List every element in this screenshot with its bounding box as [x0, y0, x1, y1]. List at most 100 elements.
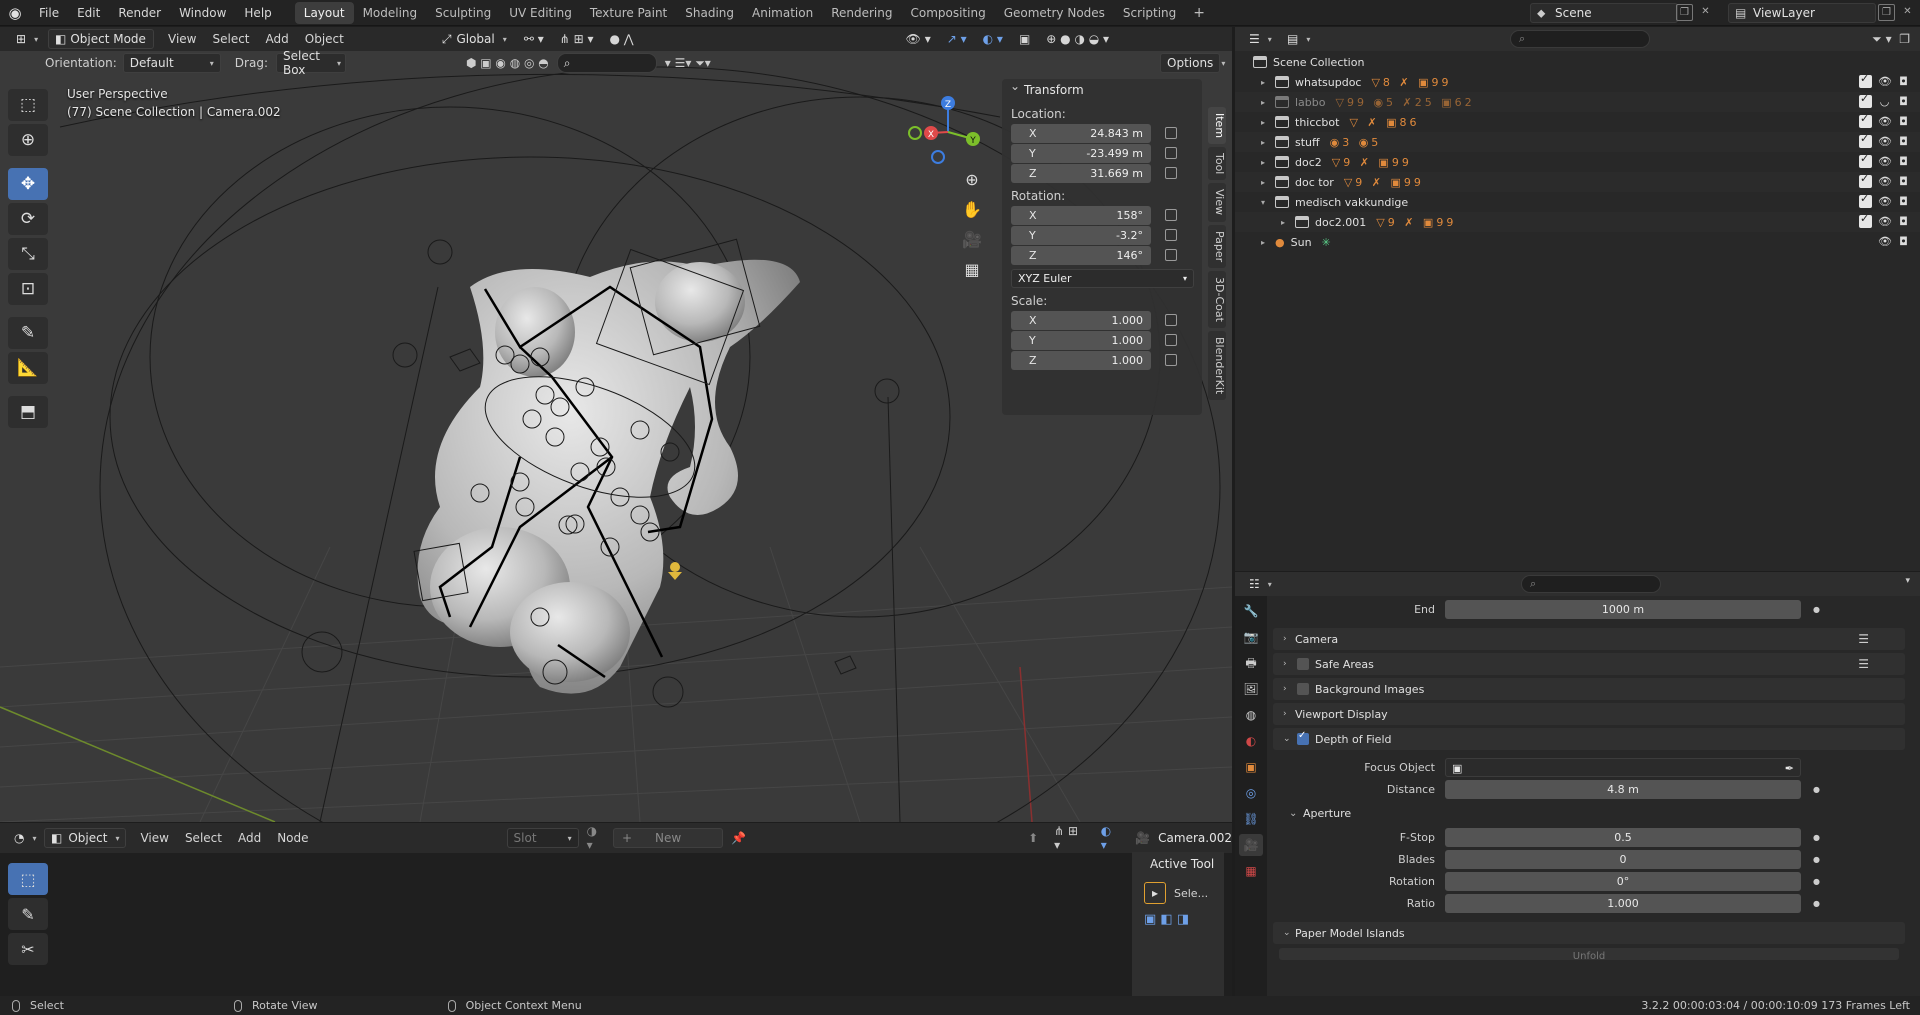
rotation-z-field[interactable]: Z 146°: [1011, 245, 1151, 265]
material-browse-icon[interactable]: ◑ ▾: [579, 824, 613, 852]
node-links-cut-tool-icon[interactable]: ✂: [8, 933, 48, 965]
editor-type-icon[interactable]: ⊞ ▾: [10, 29, 42, 49]
physics-tab-icon[interactable]: ◎: [1239, 782, 1263, 804]
rotation-x-field[interactable]: X 158°: [1011, 205, 1151, 225]
node-select-tool-icon[interactable]: ⬚: [8, 863, 48, 895]
location-x-field[interactable]: X 24.843 m: [1011, 123, 1151, 143]
focus-object-field[interactable]: ▣ ✒: [1445, 757, 1801, 777]
exclude-checkbox[interactable]: [1859, 192, 1872, 208]
keyframe-dot-icon[interactable]: ●: [1813, 833, 1820, 842]
ortho-grid-icon[interactable]: ▦: [957, 257, 987, 283]
outliner-editor-type-icon[interactable]: ☰ ▾: [1243, 29, 1275, 49]
fstop-field[interactable]: 0.5: [1445, 827, 1801, 847]
output-tab-icon[interactable]: 🖶: [1239, 652, 1263, 674]
scene-collection-row[interactable]: Scene Collection: [1235, 52, 1920, 72]
sidebar-tab-blenderkit[interactable]: BlenderKit: [1208, 330, 1226, 400]
render-tab-icon[interactable]: 📷: [1239, 626, 1263, 648]
clip-end-field[interactable]: 1000 m: [1445, 599, 1801, 619]
transform-orientation-dropdown[interactable]: ⤢ Global ▾: [436, 29, 512, 49]
properties-options-icon[interactable]: ▾: [1905, 576, 1910, 586]
xray-icon[interactable]: ▣: [1011, 32, 1038, 46]
expand-icon[interactable]: ▸: [1257, 138, 1269, 147]
viewport-menu-view[interactable]: View: [160, 32, 204, 46]
background-images-panel[interactable]: › Background Images: [1273, 678, 1905, 700]
location-z-field[interactable]: Z 31.669 m: [1011, 163, 1151, 183]
keyframe-dot-icon[interactable]: ●: [1813, 899, 1820, 908]
viewport-menu-select[interactable]: Select: [204, 32, 257, 46]
camera-view-icon[interactable]: 🎥: [957, 227, 987, 253]
distance-field[interactable]: 4.8 m: [1445, 779, 1801, 799]
outliner-row[interactable]: ▸ doc tor ▽9 ✗ ▣99 👁◘: [1235, 172, 1920, 192]
exclude-checkbox[interactable]: [1859, 132, 1872, 148]
active-tool-row[interactable]: ▸ Sele...: [1144, 882, 1224, 904]
eye-icon[interactable]: 👁: [1878, 195, 1892, 208]
select-box-tool-icon[interactable]: ⬚: [8, 89, 48, 121]
scene-selector[interactable]: ⬥ Scene: [1530, 3, 1678, 23]
viewport-menu-add[interactable]: Add: [258, 32, 297, 46]
transform-panel-title[interactable]: Transform: [1002, 75, 1202, 101]
drag-dropdown[interactable]: Select Box ▾: [275, 49, 346, 77]
list-icon[interactable]: ☰: [1858, 657, 1869, 671]
exclude-checkbox[interactable]: [1859, 72, 1872, 88]
rotate-tool-icon[interactable]: ⟳: [8, 203, 48, 235]
tab-layout[interactable]: Layout: [294, 1, 354, 24]
shader-editor[interactable]: ◔ ▾ ◧ Object ▾ View Select Add Node Slot ▾ …: [0, 823, 1232, 996]
node-annotate-tool-icon[interactable]: ✎: [8, 898, 48, 930]
node-overlay-icon[interactable]: ◐ ▾: [1093, 824, 1127, 852]
outliner-row[interactable]: ▸ thiccbot ▽ ✗ ▣86 👁◘: [1235, 112, 1920, 132]
lock-icon[interactable]: [1165, 334, 1177, 346]
add-workspace-button[interactable]: +: [1185, 5, 1213, 21]
outliner-row[interactable]: ▾ medisch vakkundige 👁◘: [1235, 192, 1920, 212]
tab-uv-editing[interactable]: UV Editing: [500, 2, 581, 24]
camera-data-tab-icon[interactable]: 🎥: [1239, 834, 1263, 856]
world-tab-icon[interactable]: ◐: [1239, 730, 1263, 752]
exclude-checkbox[interactable]: [1859, 172, 1872, 188]
lock-icon[interactable]: [1165, 229, 1177, 241]
list-icon[interactable]: ☰: [1858, 632, 1869, 646]
camera-icon[interactable]: ◘: [1897, 115, 1910, 128]
properties-editor-type-icon[interactable]: ☷ ▾: [1243, 574, 1275, 594]
outliner-row[interactable]: ▸ stuff ◉3 ◉5 👁◘: [1235, 132, 1920, 152]
outliner-row[interactable]: ▸ doc2 ▽9 ✗ ▣99 👁◘: [1235, 152, 1920, 172]
delete-view-layer-icon[interactable]: ✕: [1899, 4, 1916, 21]
tab-sculpting[interactable]: Sculpting: [426, 2, 500, 24]
sidebar-tab-item[interactable]: Item: [1208, 107, 1226, 145]
lock-icon[interactable]: [1165, 147, 1177, 159]
collapse-icon[interactable]: ▾: [1257, 198, 1269, 207]
sidebar-tab-tool[interactable]: Tool: [1208, 147, 1226, 181]
visibility-icon[interactable]: 👁 ▾: [898, 32, 939, 46]
eye-icon[interactable]: 👁: [1878, 215, 1892, 228]
safe-areas-checkbox[interactable]: [1297, 658, 1309, 670]
eye-icon[interactable]: 👁: [1878, 135, 1892, 148]
menu-help[interactable]: Help: [235, 0, 280, 26]
node-snap-icon[interactable]: ⋔ ⊞ ▾: [1046, 824, 1093, 852]
viewport-display-panel[interactable]: › Viewport Display: [1273, 703, 1905, 725]
tab-modeling[interactable]: Modeling: [354, 2, 427, 24]
viewport-search-input[interactable]: ⌕: [556, 53, 657, 73]
eye-icon[interactable]: 👁: [1878, 175, 1892, 188]
blender-logo-icon[interactable]: ◉: [0, 0, 30, 26]
cursor-tool-icon[interactable]: ⊕: [8, 124, 48, 156]
scale-x-field[interactable]: X 1.000: [1011, 310, 1151, 330]
location-y-field[interactable]: Y -23.499 m: [1011, 143, 1151, 163]
lock-icon[interactable]: [1165, 167, 1177, 179]
camera-icon[interactable]: ◘: [1897, 135, 1910, 148]
camera-icon[interactable]: ◘: [1897, 75, 1910, 88]
safe-areas-panel[interactable]: › Safe Areas ☰: [1273, 653, 1905, 675]
tab-rendering[interactable]: Rendering: [822, 2, 901, 24]
expand-icon[interactable]: ▸: [1257, 118, 1269, 127]
tab-compositing[interactable]: Compositing: [901, 2, 994, 24]
node-menu-select[interactable]: Select: [177, 831, 230, 845]
tab-animation[interactable]: Animation: [743, 2, 822, 24]
scale-y-field[interactable]: Y 1.000: [1011, 330, 1151, 350]
expand-icon[interactable]: ▸: [1257, 98, 1269, 107]
orientation-dropdown[interactable]: Default ▾: [122, 53, 221, 73]
keyframe-dot-icon[interactable]: ●: [1813, 605, 1820, 614]
sidebar-tab-view[interactable]: View: [1208, 183, 1226, 222]
navigation-gizmo[interactable]: Z Y X: [903, 87, 993, 177]
eye-icon[interactable]: 👁: [1878, 115, 1892, 128]
scale-tool-icon[interactable]: ⤡: [8, 238, 48, 270]
unfold-button[interactable]: Unfold: [1279, 948, 1899, 960]
aperture-subpanel[interactable]: ⌄ Aperture: [1269, 802, 1909, 824]
camera-panel[interactable]: › Camera ☰: [1273, 628, 1905, 650]
